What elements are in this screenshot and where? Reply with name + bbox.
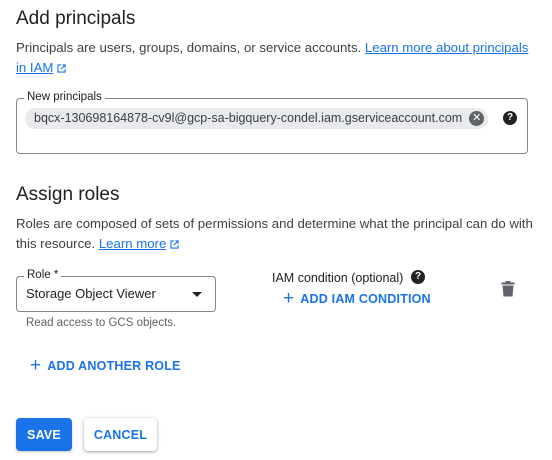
open-in-new-icon [170,240,179,249]
new-principals-label: New principals [24,90,105,104]
assign-roles-heading: Assign roles [16,184,120,205]
cancel-icon[interactable]: ✕ [469,111,485,126]
add-another-role-button[interactable]: + ADD ANOTHER ROLE [30,355,181,376]
add-iam-condition-label: ADD IAM CONDITION [300,292,431,306]
save-button[interactable]: SAVE [16,418,72,451]
plus-icon: + [30,355,42,376]
role-label: Role * [24,268,62,282]
principal-chip-text: bqcx-130698164878-cv9l@gcp-sa-bigquery-c… [34,111,463,125]
new-principals-field[interactable]: New principals bqcx-130698164878-cv9l@gc… [16,90,528,154]
learn-more-roles-link[interactable]: Learn more [99,236,180,251]
principals-description: Principals are users, groups, domains, o… [16,38,536,78]
learn-more-roles-text: Learn more [98,236,167,251]
add-principals-heading: Add principals [16,8,136,29]
add-another-role-label: ADD ANOTHER ROLE [47,359,181,373]
trash-icon[interactable] [501,281,515,297]
roles-description: Roles are composed of sets of permission… [16,214,536,254]
role-value: Storage Object Viewer [26,286,156,301]
principals-description-text: Principals are users, groups, domains, o… [16,40,362,55]
plus-icon: + [283,288,295,309]
role-select[interactable]: Role * Storage Object Viewer [16,268,216,312]
add-iam-condition-button[interactable]: + ADD IAM CONDITION [283,288,431,309]
cancel-button[interactable]: CANCEL [84,418,157,451]
chevron-down-icon [192,292,202,297]
help-icon[interactable]: ? [503,111,517,125]
open-in-new-icon [57,64,66,73]
iam-condition-label: IAM condition (optional) [272,271,404,285]
role-hint: Read access to GCS objects. [26,317,177,329]
roles-description-text: Roles are composed of sets of permission… [16,216,533,251]
principal-chip: bqcx-130698164878-cv9l@gcp-sa-bigquery-c… [25,108,489,129]
help-icon[interactable]: ? [411,270,425,284]
